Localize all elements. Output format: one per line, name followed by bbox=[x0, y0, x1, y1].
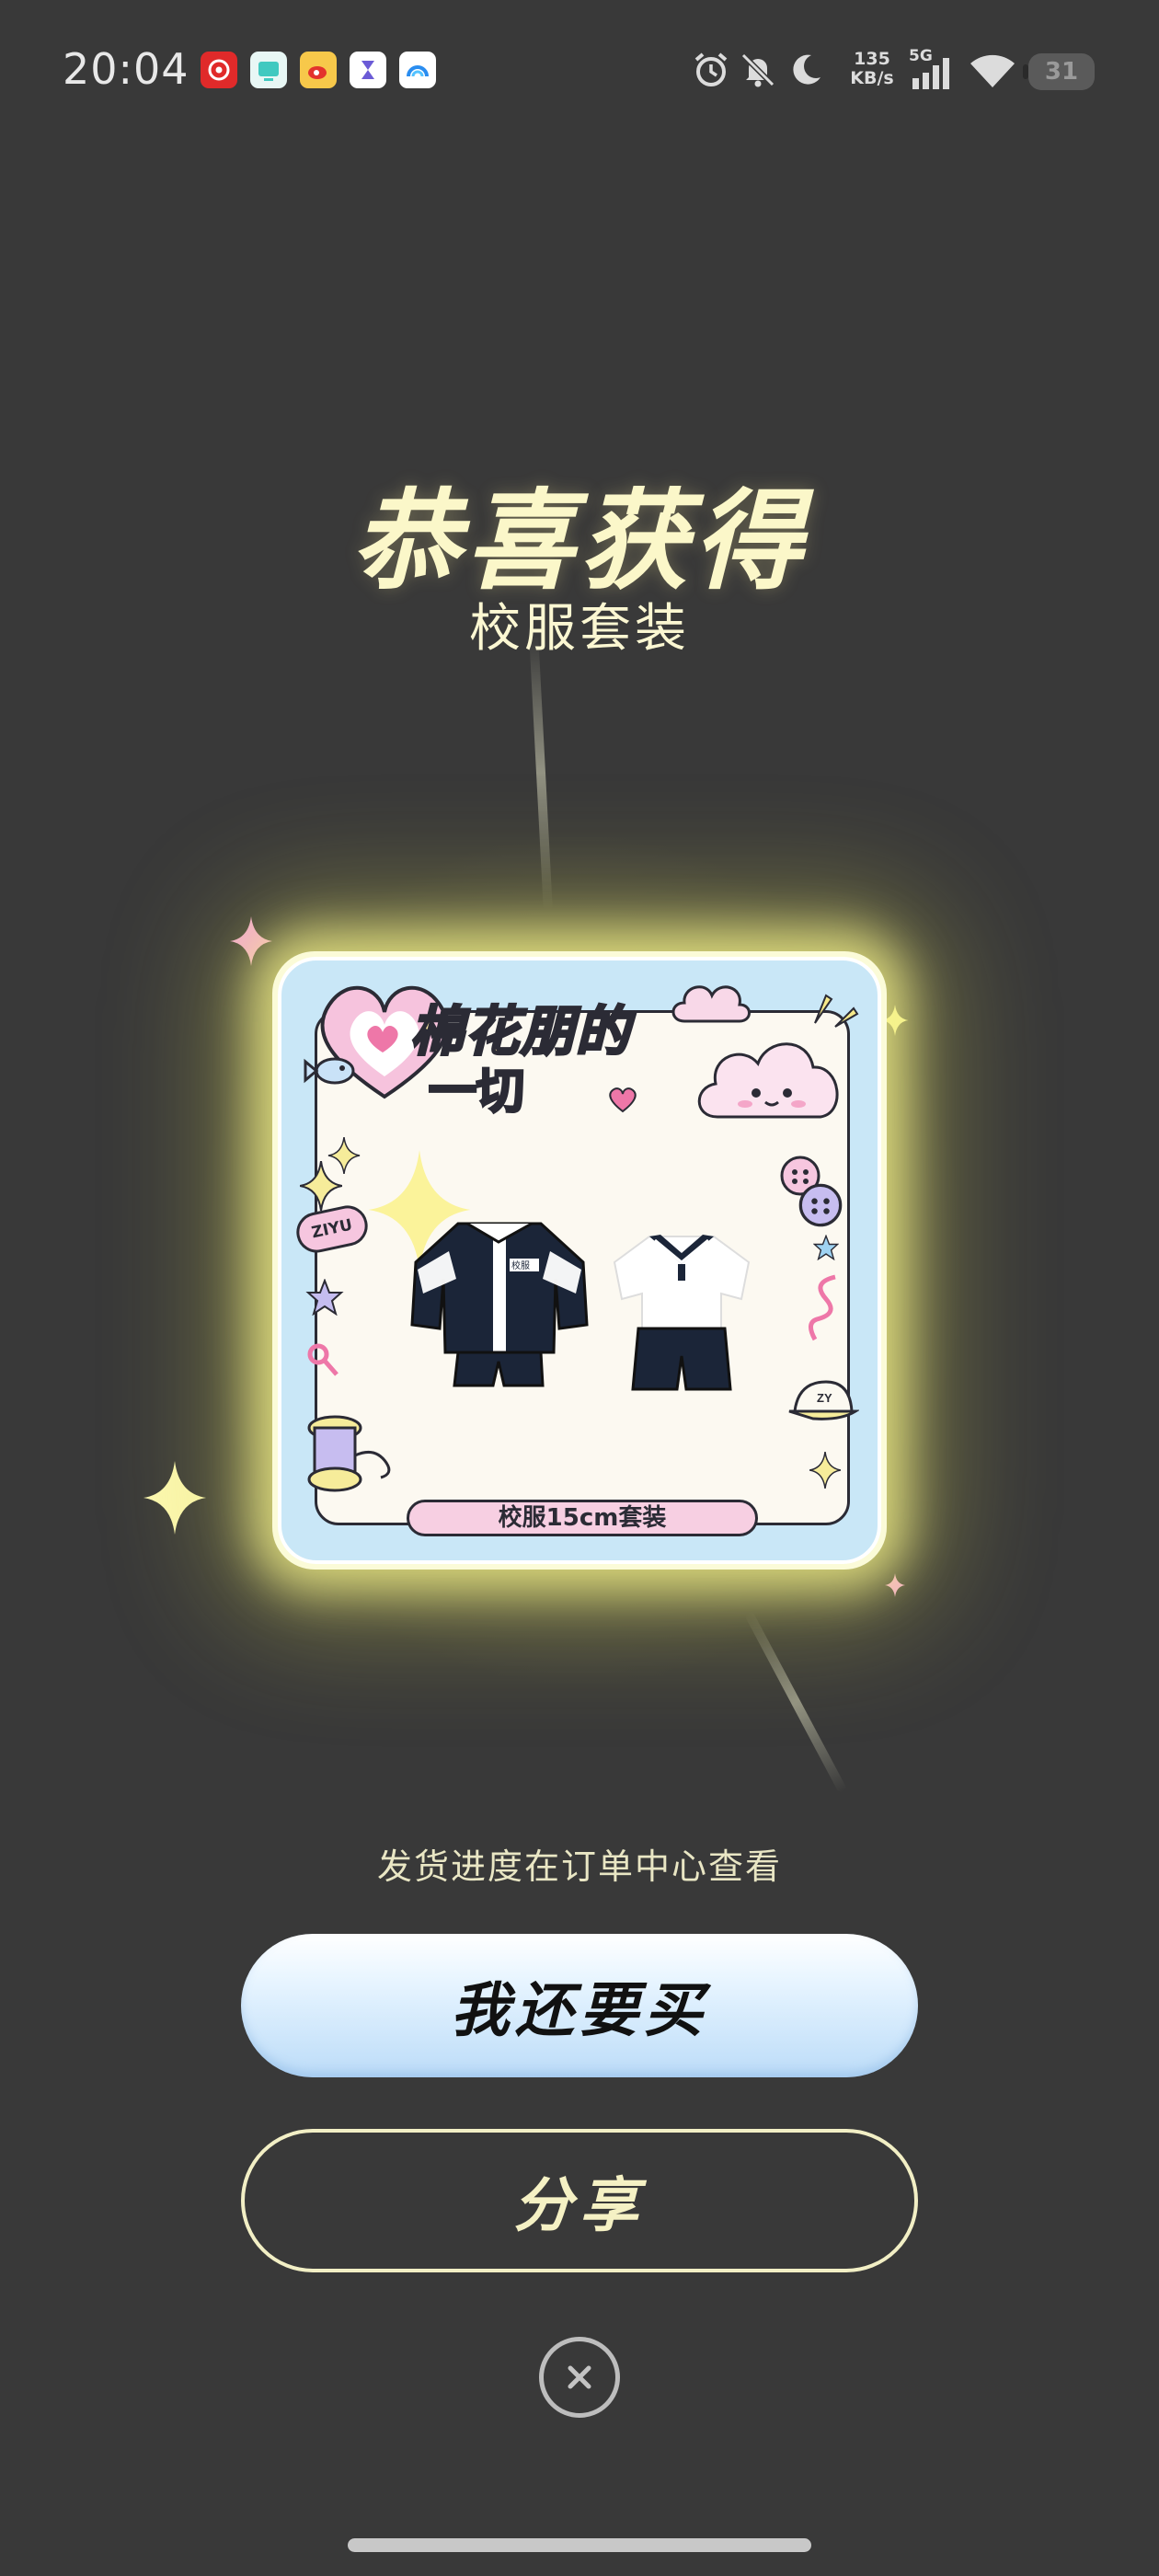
weibo-icon bbox=[300, 52, 337, 88]
signal-icon: 5G bbox=[909, 44, 957, 96]
battery-indicator: 31 bbox=[1023, 53, 1095, 90]
shipping-hint-text: 发货进度在订单中心查看 bbox=[376, 1846, 782, 1887]
share-label: 分享 bbox=[513, 2172, 646, 2240]
home-indicator[interactable] bbox=[348, 2538, 811, 2552]
brand-title-line2: 一切 bbox=[427, 1064, 525, 1121]
reward-item-name: 校服套装 bbox=[469, 599, 690, 659]
wifi-icon bbox=[968, 44, 1017, 96]
network-speed-unit: KB/s bbox=[850, 68, 894, 88]
status-time: 20:04 bbox=[63, 44, 189, 94]
fish-icon bbox=[304, 1057, 355, 1085]
product-label: 校服15cm套装 bbox=[407, 1500, 758, 1536]
sparkle-icon bbox=[230, 916, 272, 966]
network-speed-value: 135 bbox=[854, 49, 890, 69]
uniform-jacket-image: 校服 bbox=[410, 1222, 589, 1387]
uniform-polo-image bbox=[613, 1235, 751, 1391]
small-heart-icon bbox=[609, 1087, 637, 1113]
button-icon bbox=[798, 1183, 843, 1227]
product-card: 棉花朋的 一切 ZIYU ZY 校服 校服15cm套装 bbox=[278, 957, 881, 1564]
thread-spool-icon bbox=[307, 1415, 391, 1492]
buy-again-button[interactable]: 我还要买 bbox=[241, 1934, 918, 2077]
small-cloud-icon bbox=[671, 985, 751, 1023]
browser-app-icon bbox=[399, 52, 436, 88]
light-beam bbox=[743, 1610, 848, 1794]
cap-icon: ZY bbox=[788, 1380, 859, 1420]
jacket-tag-text: 校服 bbox=[511, 1259, 530, 1271]
sparkle-icon bbox=[143, 1461, 207, 1535]
light-beam bbox=[529, 634, 553, 912]
purple-star-icon bbox=[305, 1279, 344, 1316]
battery-level: 31 bbox=[1044, 58, 1079, 86]
yellow-rays-icon bbox=[814, 994, 859, 1028]
status-bar: 20:04 135 KB/s 5G 31 bbox=[0, 0, 1159, 147]
star-icon bbox=[809, 1452, 841, 1489]
hourglass-app-icon bbox=[350, 52, 386, 88]
network-speed: 135 KB/s bbox=[844, 50, 900, 88]
close-icon bbox=[568, 2365, 591, 2389]
netease-music-icon bbox=[201, 52, 237, 88]
alarm-icon bbox=[690, 44, 732, 96]
pink-ribbon-icon bbox=[809, 1274, 836, 1341]
blue-star-icon bbox=[813, 1235, 839, 1260]
close-button[interactable] bbox=[539, 2337, 620, 2418]
mute-bell-icon bbox=[738, 44, 778, 96]
ziyu-badge-text: ZIYU bbox=[310, 1215, 354, 1243]
cap-text: ZY bbox=[817, 1391, 832, 1405]
sparkle-icon bbox=[885, 1573, 905, 1597]
pink-pin-icon bbox=[307, 1343, 339, 1376]
tv-app-icon bbox=[250, 52, 287, 88]
share-button[interactable]: 分享 bbox=[241, 2129, 918, 2272]
star-icon bbox=[300, 1161, 342, 1211]
buy-again-label: 我还要买 bbox=[451, 1977, 708, 2045]
moon-icon bbox=[786, 44, 826, 96]
